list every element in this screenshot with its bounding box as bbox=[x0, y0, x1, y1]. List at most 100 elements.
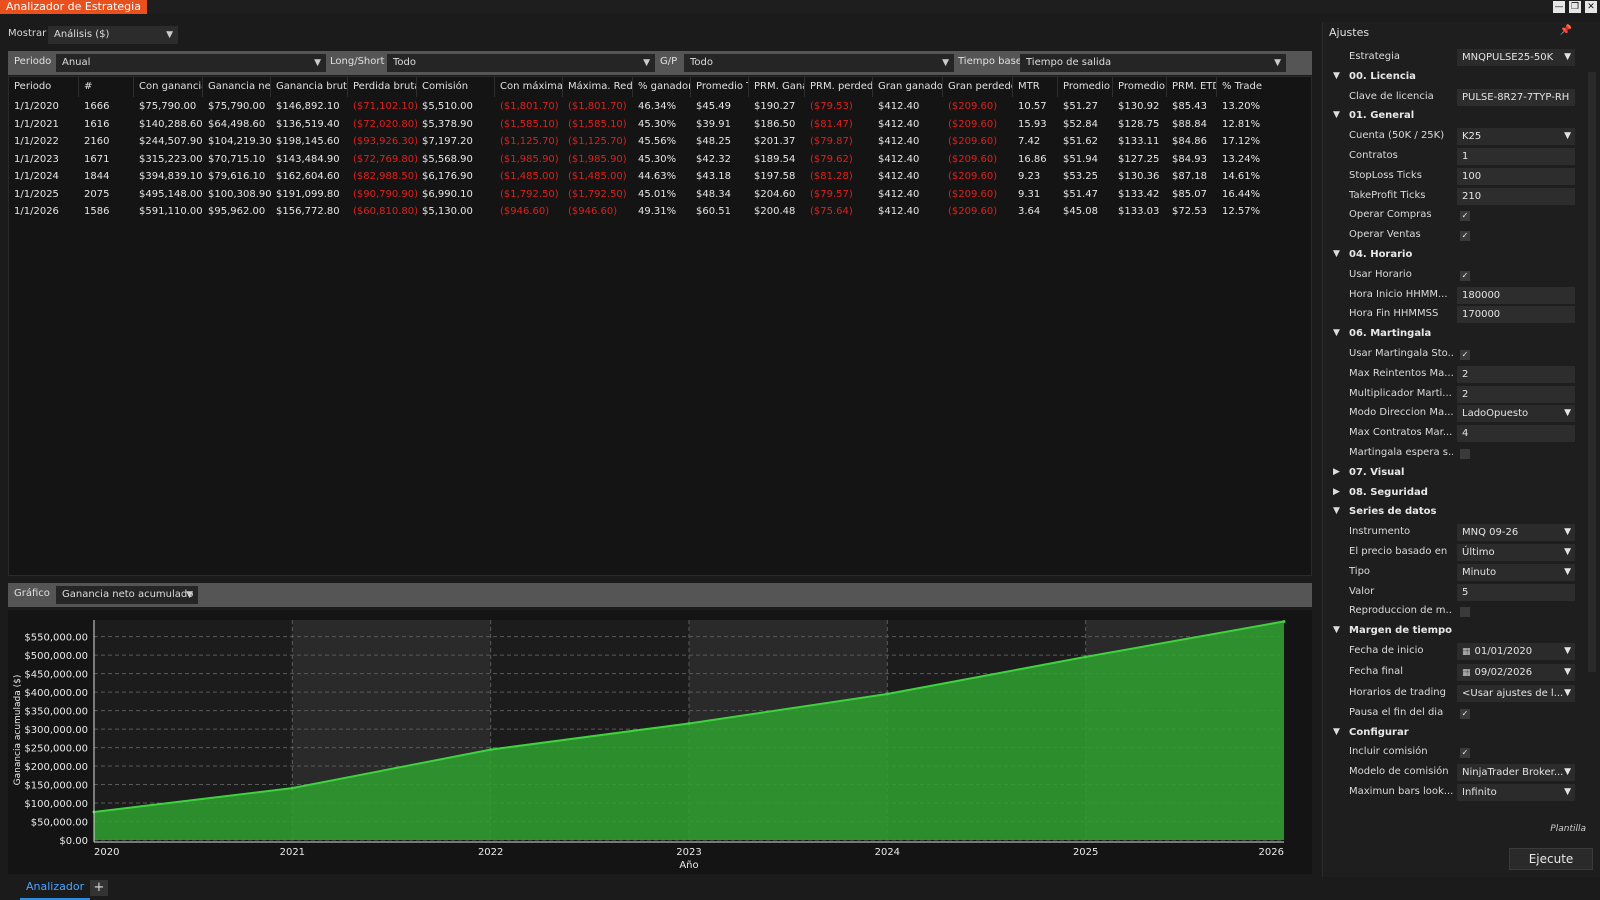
results-table[interactable]: Periodo#Con gananciaGanancia netaGananci… bbox=[8, 76, 1312, 576]
column-header[interactable]: Ganancia neta bbox=[203, 77, 271, 97]
property-checkbox[interactable] bbox=[1460, 449, 1470, 459]
column-header[interactable]: Perdida bruta bbox=[348, 77, 417, 97]
column-header[interactable]: MTR bbox=[1013, 77, 1058, 97]
column-header[interactable]: Promedio bbox=[1058, 77, 1113, 97]
show-select[interactable]: Análisis ($) ▼ bbox=[48, 26, 178, 44]
filter-gp-select[interactable]: Todo ▼ bbox=[684, 54, 954, 72]
property-select[interactable]: <Usar ajustes de l... ▼ bbox=[1457, 685, 1575, 702]
table-cell: ($72,020.80) bbox=[353, 118, 417, 130]
chevron-down-icon[interactable]: ▼ bbox=[1564, 764, 1571, 781]
property-select[interactable]: NinjaTrader Broker... ▼ bbox=[1457, 764, 1575, 782]
column-header[interactable]: PRM. ETD bbox=[1167, 77, 1217, 97]
property-input[interactable]: 210 bbox=[1457, 187, 1575, 205]
property-input[interactable]: 4 bbox=[1457, 425, 1575, 443]
chevron-down-icon[interactable]: ▼ bbox=[1564, 664, 1571, 681]
column-header[interactable]: Gran ganador bbox=[873, 77, 943, 97]
calendar-icon[interactable]: ▦ bbox=[1462, 668, 1471, 678]
chevron-down-icon[interactable]: ▼ bbox=[1564, 405, 1571, 422]
chevron-down-icon[interactable]: ▼ bbox=[1564, 49, 1571, 66]
column-header[interactable]: Con máxima bbox=[495, 77, 563, 97]
property-input[interactable]: 170000 bbox=[1457, 306, 1575, 324]
property-input[interactable]: PULSE-8R27-7TYP-RH bbox=[1457, 88, 1575, 106]
settings-section[interactable]: ▶ 07. Visual bbox=[1323, 464, 1585, 484]
column-header[interactable]: Máxima. Redu bbox=[563, 77, 633, 97]
property-checkbox[interactable]: ✓ bbox=[1460, 350, 1470, 360]
settings-section[interactable]: ▼ 04. Horario bbox=[1323, 246, 1585, 266]
close-button[interactable]: ✕ bbox=[1585, 1, 1597, 13]
property-checkbox[interactable]: ✓ bbox=[1460, 211, 1470, 222]
property-select[interactable]: LadoOpuesto ▼ bbox=[1457, 405, 1575, 423]
chevron-down-icon[interactable]: ▼ bbox=[1564, 564, 1571, 581]
column-header[interactable]: % ganador bbox=[633, 77, 691, 97]
column-header[interactable]: Periodo bbox=[9, 77, 79, 97]
property-checkbox[interactable]: ✓ bbox=[1460, 708, 1470, 719]
calendar-icon[interactable]: ▦ bbox=[1462, 647, 1471, 657]
expand-down-icon[interactable]: ▼ bbox=[1333, 727, 1340, 737]
property-input[interactable]: 1 bbox=[1457, 148, 1575, 165]
property-select[interactable]: Infinito ▼ bbox=[1457, 784, 1575, 801]
property-input[interactable]: 2 bbox=[1457, 365, 1575, 383]
settings-section[interactable]: ▼ 06. Martingala bbox=[1323, 325, 1585, 345]
chevron-down-icon[interactable]: ▼ bbox=[1564, 524, 1571, 541]
cumulative-profit-chart[interactable]: $0.00 $50,000.00 $100,000.00 $150,000.00 $20… bbox=[8, 610, 1312, 874]
property-label: Instrumento bbox=[1349, 526, 1411, 538]
expand-right-icon[interactable]: ▶ bbox=[1333, 487, 1340, 497]
property-checkbox[interactable]: ✓ bbox=[1460, 270, 1470, 281]
expand-down-icon[interactable]: ▼ bbox=[1333, 625, 1340, 635]
property-select[interactable]: K25 ▼ bbox=[1457, 128, 1575, 146]
property-select[interactable]: ▦ 09/02/2026 ▼ bbox=[1457, 664, 1575, 681]
property-select[interactable]: ▦ 01/01/2020 ▼ bbox=[1457, 643, 1575, 660]
chart-type-select[interactable]: Ganancia neto acumulado ▼ bbox=[56, 586, 198, 604]
pin-icon[interactable]: 📌 bbox=[1560, 25, 1572, 36]
chevron-down-icon[interactable]: ▼ bbox=[1564, 784, 1571, 801]
property-select[interactable]: Último ▼ bbox=[1457, 544, 1575, 561]
expand-down-icon[interactable]: ▼ bbox=[1333, 249, 1340, 259]
expand-down-icon[interactable]: ▼ bbox=[1333, 110, 1340, 120]
restore-button[interactable]: ❐ bbox=[1569, 1, 1581, 13]
property-checkbox[interactable] bbox=[1460, 607, 1470, 618]
template-link[interactable]: Plantilla bbox=[1550, 824, 1586, 834]
add-tab-button[interactable]: + bbox=[90, 880, 108, 896]
chevron-down-icon[interactable]: ▼ bbox=[1564, 128, 1571, 145]
property-checkbox[interactable]: ✓ bbox=[1460, 231, 1470, 242]
expand-right-icon[interactable]: ▶ bbox=[1333, 467, 1340, 477]
settings-section[interactable]: ▶ 08. Seguridad bbox=[1323, 484, 1585, 504]
chevron-down-icon[interactable]: ▼ bbox=[1564, 685, 1571, 702]
column-header[interactable]: % Trade bbox=[1217, 77, 1311, 97]
column-header[interactable]: Ganancia bruta bbox=[271, 77, 348, 97]
column-header[interactable]: PRM. perdedor bbox=[805, 77, 873, 97]
run-button[interactable]: Ejecute bbox=[1509, 848, 1593, 870]
settings-section[interactable]: ▼ Configurar bbox=[1323, 724, 1585, 744]
property-checkbox[interactable]: ✓ bbox=[1460, 748, 1470, 759]
column-header[interactable]: Con ganancia bbox=[134, 77, 203, 97]
settings-section[interactable]: ▼ 01. General bbox=[1323, 107, 1585, 127]
property-input[interactable]: 5 bbox=[1457, 583, 1575, 601]
settings-scrollbar[interactable] bbox=[1588, 72, 1596, 672]
property-input[interactable]: 2 bbox=[1457, 385, 1575, 403]
property-input[interactable]: 180000 bbox=[1457, 286, 1575, 304]
expand-down-icon[interactable]: ▼ bbox=[1333, 506, 1340, 516]
expand-down-icon[interactable]: ▼ bbox=[1333, 71, 1340, 81]
settings-section[interactable]: ▼ Margen de tiempo bbox=[1323, 622, 1585, 642]
settings-section[interactable]: ▼ 00. Licencia bbox=[1323, 68, 1585, 88]
property-select[interactable]: MNQ 09-26 ▼ bbox=[1457, 524, 1575, 542]
chevron-down-icon[interactable]: ▼ bbox=[1564, 643, 1571, 660]
column-header[interactable]: PRM. Ganar bbox=[749, 77, 805, 97]
tab-analyzer[interactable]: Analizador bbox=[20, 877, 91, 900]
column-header[interactable]: Promedio bbox=[1113, 77, 1167, 97]
filter-period-select[interactable]: Anual ▼ bbox=[56, 54, 326, 72]
property-select[interactable]: Minuto ▼ bbox=[1457, 563, 1575, 581]
settings-section[interactable]: ▼ Series de datos bbox=[1323, 503, 1585, 523]
property-value: Minuto bbox=[1462, 566, 1497, 578]
property-select[interactable]: MNQPULSE25-50K ▼ bbox=[1457, 49, 1575, 66]
expand-down-icon[interactable]: ▼ bbox=[1333, 328, 1340, 338]
column-header[interactable]: Promedio T bbox=[691, 77, 749, 97]
column-header[interactable]: # bbox=[79, 77, 134, 97]
filter-longshort-select[interactable]: Todo ▼ bbox=[387, 54, 655, 72]
property-input[interactable]: 100 bbox=[1457, 167, 1575, 185]
chevron-down-icon[interactable]: ▼ bbox=[1564, 544, 1571, 561]
minimize-button[interactable]: — bbox=[1553, 1, 1565, 13]
filter-timebase-select[interactable]: Tiempo de salida ▼ bbox=[1020, 54, 1286, 72]
column-header[interactable]: Gran perdedor bbox=[943, 77, 1013, 97]
column-header[interactable]: Comisión bbox=[417, 77, 495, 97]
